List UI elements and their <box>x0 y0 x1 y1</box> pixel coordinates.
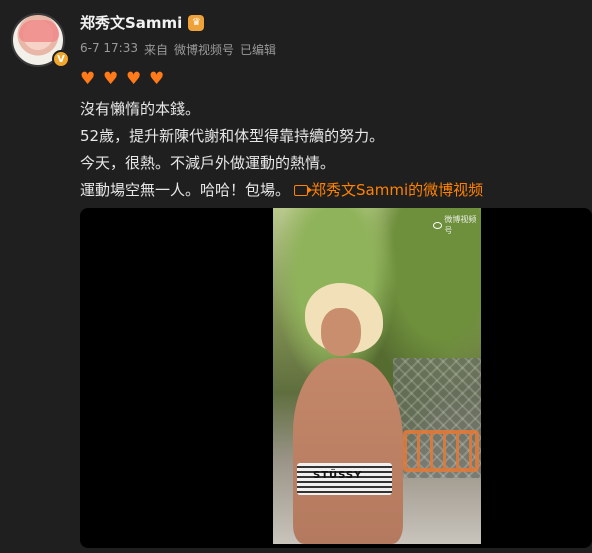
post-line: 52歲，提升新陳代謝和体型得靠持續的努力。 <box>80 127 385 145</box>
avatar-hair <box>19 20 59 42</box>
edited-label[interactable]: 已编辑 <box>240 41 276 58</box>
video-watermark: 微博视频号 <box>433 214 481 236</box>
person-body-shape <box>293 358 403 544</box>
weibo-eye-icon <box>433 221 443 229</box>
name-row: 郑秀文Sammi ♛ <box>80 12 205 33</box>
crown-badge-icon[interactable]: ♛ <box>188 14 205 31</box>
barrier-shape <box>403 430 479 472</box>
person-face-shape <box>321 308 361 356</box>
video-frame[interactable]: STÜSSY 微博视频号 <box>273 208 481 544</box>
heart-emoji-row: ♥ ♥ ♥ ♥ <box>80 71 167 88</box>
orange-heart-icon: ♥ <box>103 69 119 89</box>
post-line: 今天，很熱。不減戶外做運動的熱情。 <box>80 154 336 172</box>
source-prefix: 来自 <box>144 43 169 57</box>
post-meta: 6-7 17:33 来自 微博视频号 已编辑 <box>80 41 276 58</box>
video-player[interactable]: STÜSSY 微博视频号 <box>80 208 592 548</box>
verified-v-icon: V <box>52 50 70 68</box>
orange-heart-icon: ♥ <box>126 69 142 89</box>
video-link[interactable]: 郑秀文Sammi的微博视频 <box>294 181 483 199</box>
verified-mark: V <box>57 53 65 65</box>
post-time[interactable]: 6-7 17:33 <box>80 41 138 58</box>
orange-heart-icon: ♥ <box>80 69 96 89</box>
orange-heart-icon: ♥ <box>149 69 165 89</box>
video-camera-icon <box>294 185 313 196</box>
user-name[interactable]: 郑秀文Sammi <box>80 12 182 33</box>
watermark-text: 微博视频号 <box>444 215 477 235</box>
shirt-brand-text: STÜSSY <box>313 470 363 481</box>
post-source[interactable]: 微博视频号 <box>174 41 234 58</box>
post-line: 沒有懶惰的本錢。 <box>80 100 201 118</box>
video-link-label[interactable]: 郑秀文Sammi的微博视频 <box>311 181 483 199</box>
post-line-with-link: 運動場空無一人。哈哈！包場。 郑秀文Sammi的微博视频 <box>80 177 585 204</box>
post-text: 沒有懶惰的本錢。 52歲，提升新陳代謝和体型得靠持續的努力。 今天，很熱。不減戶… <box>80 96 585 204</box>
weibo-post: V 郑秀文Sammi ♛ 6-7 17:33 来自 微博视频号 已编辑 ♥ ♥ … <box>0 0 592 553</box>
post-line: 運動場空無一人。哈哈！包場。 <box>80 181 291 199</box>
